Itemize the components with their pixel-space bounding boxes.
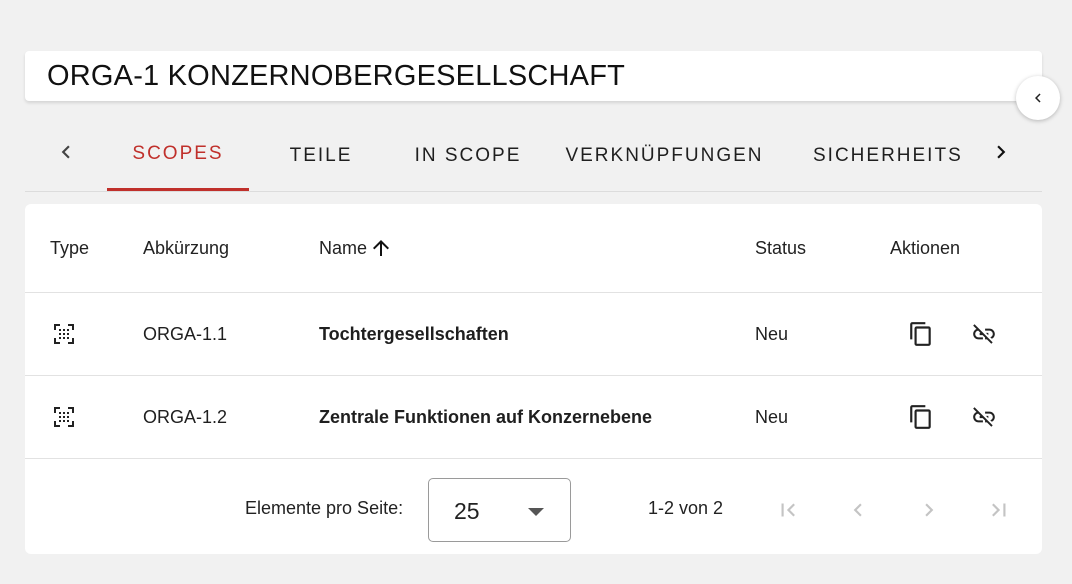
column-header-name-label: Name (319, 237, 368, 258)
unlink-icon (973, 407, 995, 427)
chevron-left-icon (853, 503, 862, 517)
chevron-left-icon (1035, 93, 1041, 103)
paginator: Elemente pro Seite: 25 1-2 von 2 (25, 458, 1042, 554)
column-header-name[interactable]: Name (319, 204, 393, 292)
collapse-panel-button[interactable] (1016, 76, 1060, 120)
column-header-status[interactable]: Status (755, 204, 806, 292)
copy-button[interactable] (901, 397, 941, 437)
per-page-select[interactable]: 25 (428, 478, 571, 542)
tab-label: TEILE (289, 144, 353, 166)
tab-label: SCOPES (132, 143, 224, 164)
abbreviation-cell: ORGA-1.1 (143, 323, 228, 344)
name-cell: Tochtergesellschaften (319, 323, 509, 344)
scope-icon (54, 324, 74, 344)
unlink-icon (973, 324, 995, 344)
tab-label: VERKNÜPFUNGEN (565, 144, 764, 166)
status-cell: Neu (755, 323, 789, 344)
column-header-abbreviation[interactable]: Abkürzung (143, 204, 229, 292)
tab-bar: SCOPES TEILE IN SCOPE VERKNÜPFUNGEN SICH… (25, 120, 1042, 192)
tab-sicherheitsmassnahmen[interactable]: SICHERHEITSMASSNAHMEN (786, 120, 960, 191)
last-page-icon (992, 503, 1006, 517)
name-cell: Zentrale Funktionen auf Konzernebene (319, 406, 653, 427)
title-card: ORGA-1 KONZERNOBERGESELLSCHAFT (25, 51, 1042, 101)
table-row[interactable]: ORGA-1.2 Zentrale Funktionen auf Konzern… (25, 376, 1042, 459)
tab-label: IN SCOPE (414, 144, 522, 166)
status-cell: Neu (755, 406, 789, 427)
copy-icon (910, 405, 931, 429)
tabs-scroll-right-button[interactable] (983, 134, 1019, 170)
page-title: ORGA-1 KONZERNOBERGESELLSCHAFT (47, 60, 626, 92)
per-page-label: Elemente pro Seite: (245, 498, 404, 518)
abbreviation-cell: ORGA-1.2 (143, 406, 228, 427)
copy-icon (910, 322, 931, 346)
tab-label: SICHERHEITSMASSNAHMEN (813, 144, 960, 166)
type-cell (52, 293, 76, 375)
scopes-table: Type Abkürzung Name Status Aktionen ORGA… (25, 204, 1042, 554)
tabs-scroll-left-button[interactable] (48, 134, 84, 170)
dropdown-caret-icon (528, 508, 544, 516)
first-page-button[interactable] (768, 490, 808, 530)
tab-teile[interactable]: TEILE (249, 120, 393, 191)
next-page-button[interactable] (909, 490, 949, 530)
arrow-up-icon (373, 240, 390, 256)
column-header-actions: Aktionen (890, 237, 961, 258)
tab-in-scope[interactable]: IN SCOPE (393, 120, 543, 191)
previous-page-button[interactable] (838, 490, 878, 530)
last-page-button[interactable] (979, 490, 1019, 530)
unlink-button[interactable] (964, 397, 1004, 437)
chevron-right-icon (997, 145, 1006, 159)
table-header: Type Abkürzung Name Status Aktionen (25, 204, 1042, 293)
chevron-left-icon (61, 145, 70, 159)
chevron-right-icon (925, 503, 934, 517)
tab-scopes[interactable]: SCOPES (107, 120, 249, 191)
scope-icon (54, 407, 74, 427)
tab-verknuepfungen[interactable]: VERKNÜPFUNGEN (543, 120, 786, 191)
tab-strip: SCOPES TEILE IN SCOPE VERKNÜPFUNGEN SICH… (107, 120, 960, 192)
unlink-button[interactable] (964, 314, 1004, 354)
page-range-label: 1-2 von 2 (648, 498, 724, 518)
type-cell (52, 376, 76, 458)
first-page-icon (781, 503, 795, 517)
per-page-value: 25 (454, 498, 480, 524)
table-row[interactable]: ORGA-1.1 Tochtergesellschaften Neu (25, 293, 1042, 376)
column-header-type[interactable]: Type (50, 204, 89, 292)
copy-button[interactable] (901, 314, 941, 354)
